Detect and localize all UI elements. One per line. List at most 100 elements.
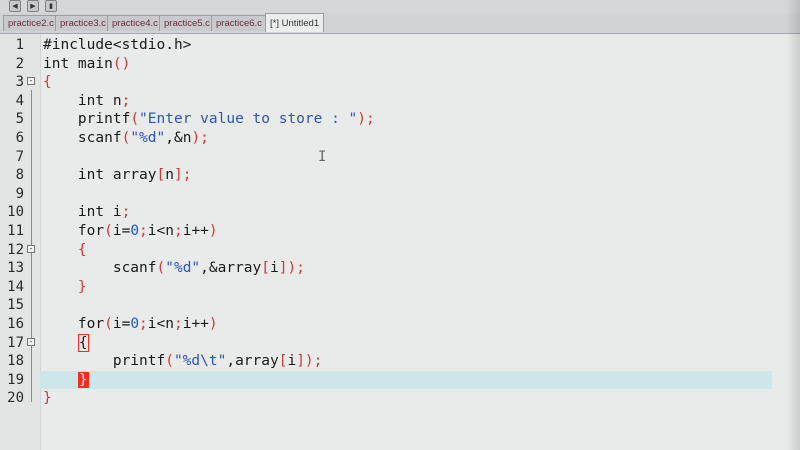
fold-toggle-icon[interactable]: - — [27, 244, 35, 253]
file-tabs: practice2.c practice3.c practice4.c practic… — [0, 13, 800, 34]
code-line[interactable]: 19 } — [0, 371, 800, 390]
line-number: 2 — [15, 55, 24, 72]
code-token: 0 — [130, 316, 140, 332]
code-token: i= — [112, 223, 131, 239]
code-line[interactable]: 11 for(i=0;i<n;i++) — [0, 222, 800, 241]
bookmark-icon[interactable]: ▮ — [45, 0, 57, 12]
tab-practice2-c[interactable]: practice2.c — [3, 15, 59, 31]
code-token: int n — [43, 92, 122, 109]
line-number: 14 — [7, 278, 24, 295]
line-number: 20 — [7, 390, 24, 407]
code-line[interactable]: 5 printf("Enter value to store : "); — [0, 110, 800, 129]
line-number: 13 — [7, 260, 24, 277]
code-token: n — [165, 167, 174, 184]
code-token: ; — [139, 316, 148, 332]
code-token: i — [287, 353, 297, 370]
code-line[interactable]: 4 int n; — [0, 92, 800, 111]
code-token: "%d" — [165, 260, 201, 277]
code-line[interactable]: 12- { — [0, 241, 800, 260]
code-line[interactable]: 1 #include<stdio.h> — [0, 36, 800, 55]
code-token: ; — [173, 316, 183, 332]
code-text: } — [43, 389, 52, 408]
code-text: } — [43, 371, 89, 390]
code-token: i++ — [182, 223, 209, 239]
code-token: scanf — [43, 130, 122, 146]
code-token: i++ — [182, 316, 209, 332]
code-line[interactable]: 14 } — [0, 278, 800, 297]
tab-practice6-c[interactable]: practice6.c — [211, 15, 267, 31]
code-text: printf("%d\t",array[i]); — [43, 352, 323, 371]
code-token: { — [43, 74, 52, 91]
code-line[interactable]: 6 scanf("%d",&n); — [0, 129, 800, 148]
code-line[interactable]: 8 int array[n]; — [0, 166, 800, 185]
code-token: i= — [112, 316, 131, 332]
fold-toggle-icon[interactable]: - — [27, 77, 35, 86]
code-text: #include<stdio.h> — [43, 36, 191, 55]
tab-practice4-c[interactable]: practice4.c — [107, 15, 163, 31]
code-line[interactable]: 20} — [0, 389, 800, 408]
code-line[interactable]: 16 for(i=0;i<n;i++) — [0, 315, 800, 334]
code-token: { — [77, 333, 89, 352]
code-text: for(i=0;i<n;i++) — [43, 222, 218, 241]
code-line[interactable]: 2 int main() — [0, 55, 800, 74]
code-line[interactable]: 7 — [0, 148, 800, 167]
code-line[interactable]: 9 — [0, 185, 800, 204]
screen-edge-shade — [786, 0, 800, 450]
line-number: 4 — [15, 92, 24, 109]
code-text: scanf("%d",&n); — [43, 129, 209, 148]
code-token: } — [43, 278, 87, 295]
code-text: { — [43, 73, 52, 92]
line-number: 10 — [7, 204, 24, 221]
code-token: ( — [104, 316, 113, 332]
code-token: } — [43, 390, 52, 407]
code-token: ( — [156, 260, 166, 277]
code-token: for — [43, 223, 105, 239]
code-token: ; — [139, 223, 148, 239]
code-text: int array[n]; — [43, 166, 192, 185]
code-token: ]; — [173, 167, 192, 184]
code-token: int main — [43, 55, 113, 72]
code-token: ); — [191, 130, 209, 146]
code-token: int i — [43, 204, 122, 221]
tab-untitled1[interactable]: [*] Untitled1 — [265, 13, 325, 32]
line-number: 5 — [15, 111, 24, 128]
code-token: ( — [165, 353, 174, 370]
line-number: 8 — [15, 167, 24, 184]
code-token: i<n — [147, 316, 174, 332]
code-token: ,&n — [165, 130, 192, 146]
code-token: ( — [104, 223, 113, 239]
code-editor[interactable]: I 1 #include<stdio.h> 2 int main() 3-{4 int … — [0, 34, 800, 450]
forward-icon[interactable]: ▶ — [27, 0, 39, 12]
tab-practice5-c[interactable]: practice5.c — [159, 15, 215, 31]
code-line[interactable]: 13 scanf("%d",&array[i]); — [0, 259, 800, 278]
line-number: 6 — [15, 130, 24, 146]
line-number: 1 — [15, 37, 24, 53]
code-text: for(i=0;i<n;i++) — [43, 315, 218, 334]
code-line[interactable]: 18 printf("%d\t",array[i]); — [0, 352, 800, 371]
code-line[interactable]: 15 — [0, 296, 800, 315]
code-token: i<n — [147, 223, 174, 239]
code-token: } — [77, 371, 89, 388]
code-token: ); — [357, 111, 375, 128]
code-text: scanf("%d",&array[i]); — [43, 259, 305, 278]
code-text: int main() — [43, 55, 130, 74]
line-number: 16 — [7, 316, 24, 332]
code-line[interactable]: 3-{ — [0, 73, 800, 92]
code-token: ; — [121, 92, 131, 109]
code-text: } — [43, 278, 87, 297]
code-token: "%d" — [130, 130, 166, 146]
fold-toggle-icon[interactable]: - — [27, 337, 35, 346]
back-icon[interactable]: ◀ — [9, 0, 21, 12]
code-text: int i; — [43, 203, 130, 222]
code-token: ) — [208, 223, 218, 239]
line-number: 3 — [15, 74, 24, 91]
line-number: 19 — [7, 371, 24, 388]
tab-practice3-c[interactable]: practice3.c — [55, 15, 111, 31]
code-token: #include<stdio.h> — [43, 37, 192, 53]
code-text: printf("Enter value to store : "); — [43, 110, 375, 129]
code-line[interactable]: 10 int i; — [0, 203, 800, 222]
code-token: ,array — [226, 353, 279, 370]
code-line[interactable]: 17- { — [0, 333, 800, 353]
